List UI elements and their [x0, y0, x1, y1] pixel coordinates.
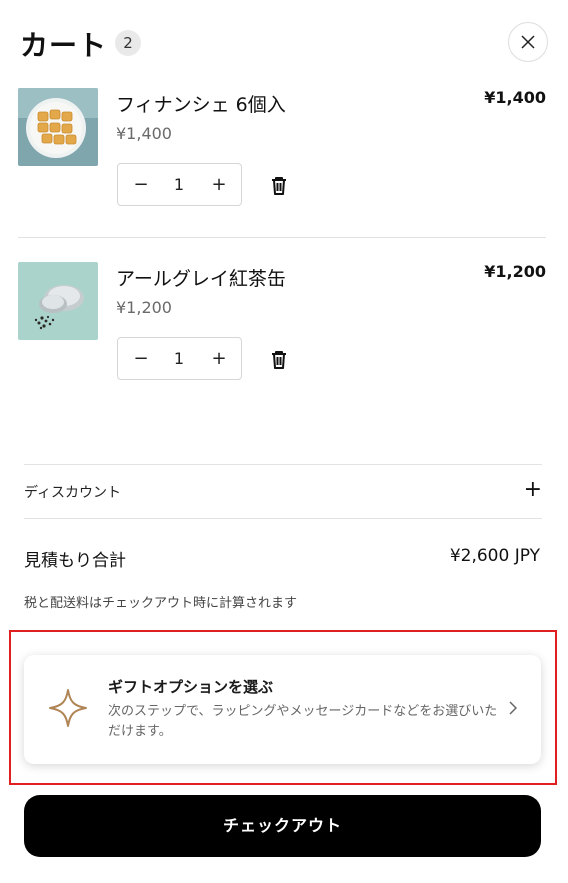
cart-item: フィナンシェ 6個入 ¥1,400 ¥1,400 − 1 + — [18, 88, 546, 228]
product-image-financier[interactable] — [18, 88, 98, 166]
increase-quantity-button[interactable]: + — [204, 338, 234, 379]
subtotal-label: 見積もり合計 — [24, 551, 126, 571]
item-count-badge: 2 — [115, 30, 141, 56]
item-unit-price: ¥1,400 — [116, 124, 172, 143]
decrease-quantity-button[interactable]: − — [126, 164, 156, 205]
remove-item-button[interactable] — [270, 350, 288, 370]
item-line-total: ¥1,400 — [484, 88, 546, 107]
item-name[interactable]: アールグレイ紅茶缶 — [116, 264, 286, 291]
gift-description: 次のステップで、ラッピングやメッセージカードなどをお選びいただけます。 — [108, 704, 498, 739]
tax-note: 税と配送料はチェックアウト時に計算されます — [24, 596, 298, 611]
gift-title: ギフトオプションを選ぶ — [108, 678, 274, 696]
subtotal-value: ¥2,600 JPY — [449, 546, 540, 566]
chevron-right-icon — [509, 701, 517, 715]
discount-label: ディスカウント — [24, 485, 122, 501]
item-line-total: ¥1,200 — [484, 262, 546, 281]
remove-item-button[interactable] — [270, 176, 288, 196]
decrease-quantity-button[interactable]: − — [126, 338, 156, 379]
discount-toggle[interactable]: ディスカウント + — [24, 465, 542, 518]
trash-icon — [272, 177, 286, 195]
checkout-button[interactable]: チェックアウト — [24, 795, 541, 857]
product-image-earl-grey[interactable] — [18, 262, 98, 340]
item-divider — [18, 237, 546, 238]
quantity-stepper: − 1 + — [117, 163, 242, 206]
close-button[interactable] — [508, 22, 548, 62]
quantity-value[interactable]: 1 — [164, 338, 194, 379]
gift-options-button[interactable]: ギフトオプションを選ぶ 次のステップで、ラッピングやメッセージカードなどをお選び… — [24, 655, 541, 764]
plus-icon: + — [523, 477, 542, 502]
cart-header: カート 2 — [20, 22, 548, 64]
sparkle-icon — [49, 689, 87, 727]
quantity-stepper: − 1 + — [117, 337, 242, 380]
cart-item: アールグレイ紅茶缶 ¥1,200 ¥1,200 − 1 + — [18, 262, 546, 402]
trash-icon — [272, 351, 286, 369]
increase-quantity-button[interactable]: + — [204, 164, 234, 205]
item-name[interactable]: フィナンシェ 6個入 — [116, 90, 286, 117]
close-icon — [521, 35, 535, 49]
page-title: カート — [20, 29, 108, 62]
quantity-value[interactable]: 1 — [164, 164, 194, 205]
item-unit-price: ¥1,200 — [116, 298, 172, 317]
section-divider — [24, 518, 542, 519]
